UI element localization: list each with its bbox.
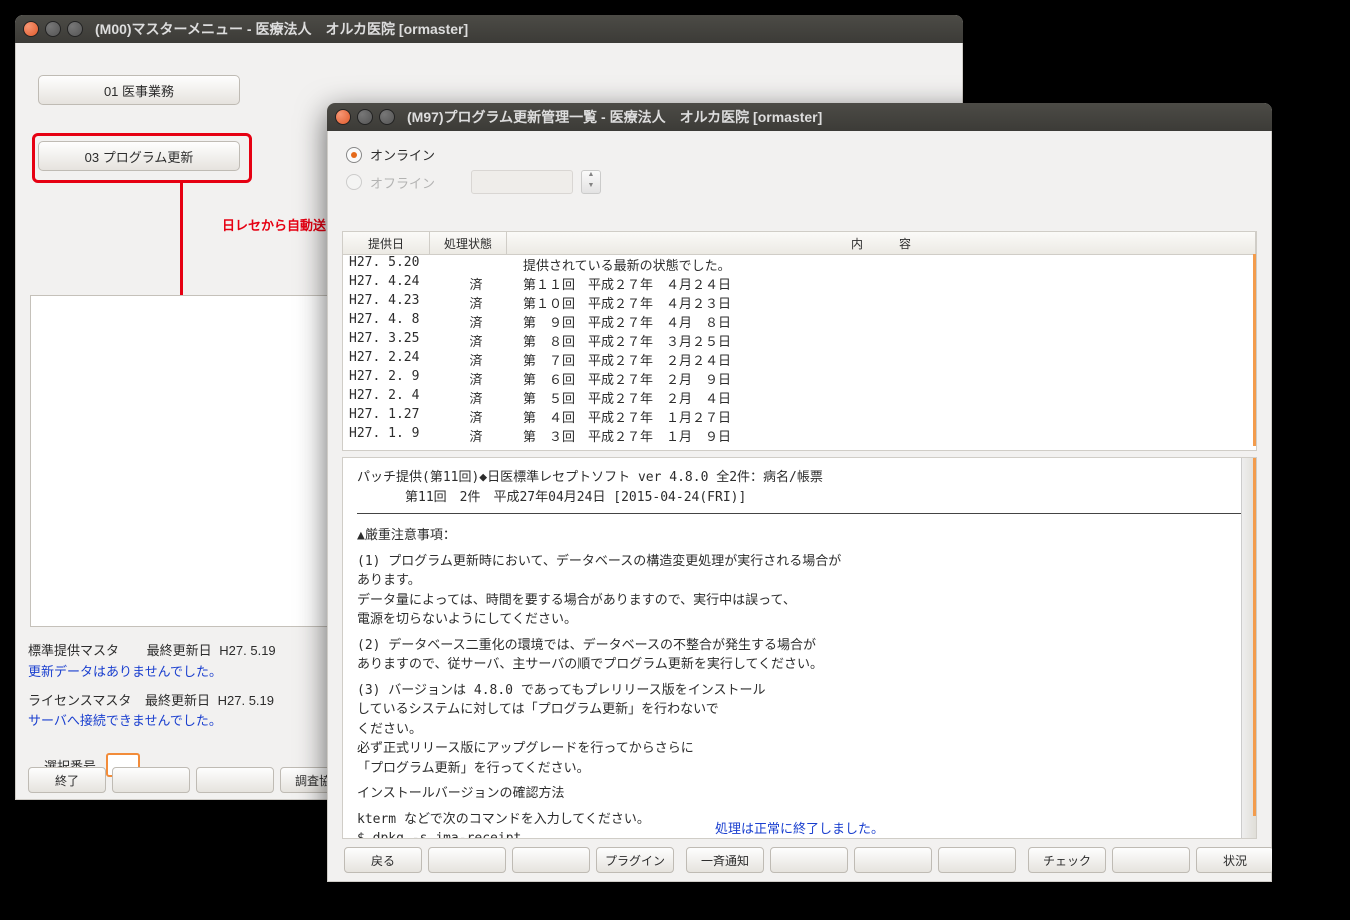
info-panel — [30, 295, 332, 627]
plugin-button[interactable]: プラグイン — [596, 847, 674, 873]
menu-01-button[interactable]: 01 医事業務 — [38, 75, 240, 105]
blank-b2[interactable] — [512, 847, 590, 873]
table-row[interactable]: H27. 1.27済第 ４回 平成２７年 １月２７日 — [343, 407, 1256, 426]
blank-button-1[interactable] — [112, 767, 190, 793]
status-button[interactable]: 状況 — [1196, 847, 1272, 873]
lic-master-row: ライセンスマスタ 最終更新日 H27. 5.19 — [28, 691, 276, 712]
m00-title: (M00)マスターメニュー - 医療法人 オルカ医院 [ormaster] — [95, 19, 468, 39]
online-label: オンライン — [370, 145, 435, 164]
exit-button[interactable]: 終了 — [28, 767, 106, 793]
detail-scroll-thumb[interactable] — [1253, 458, 1256, 816]
table-row[interactable]: H27. 3.25済第 ８回 平成２７年 ３月２５日 — [343, 331, 1256, 350]
table-row[interactable]: H27. 4.24済第１１回 平成２７年 ４月２４日 — [343, 274, 1256, 293]
update-table: 提供日 処理状態 内 容 H27. 5.20提供されている最新の状態でした。H2… — [342, 231, 1257, 451]
notify-button[interactable]: 一斉通知 — [686, 847, 764, 873]
col-date[interactable]: 提供日 — [343, 232, 430, 254]
close-icon[interactable] — [23, 21, 39, 37]
detail-title: パッチ提供(第11回)◆日医標準レセプトソフト ver 4.8.0 全2件：病名… — [357, 468, 1242, 488]
table-row[interactable]: H27. 2. 4済第 ５回 平成２７年 ２月 ４日 — [343, 388, 1256, 407]
highlight-frame — [32, 133, 252, 183]
close-icon[interactable] — [335, 109, 351, 125]
lic-master-status: サーバへ接続できませんでした。 — [28, 711, 276, 732]
blank-b6[interactable] — [1112, 847, 1190, 873]
maximize-icon[interactable] — [67, 21, 83, 37]
table-row[interactable]: H27. 1. 9済第 ３回 平成２７年 １月 ９日 — [343, 426, 1256, 445]
blank-b5[interactable] — [938, 847, 1016, 873]
maximize-icon[interactable] — [379, 109, 395, 125]
blank-b1[interactable] — [428, 847, 506, 873]
offline-radio[interactable] — [346, 174, 362, 190]
table-row[interactable]: H27. 2. 9済第 ６回 平成２７年 ２月 ９日 — [343, 369, 1256, 388]
check-button[interactable]: チェック — [1028, 847, 1106, 873]
back-button[interactable]: 戻る — [344, 847, 422, 873]
table-row[interactable]: H27. 5.20提供されている最新の状態でした。 — [343, 255, 1256, 274]
minimize-icon[interactable] — [357, 109, 373, 125]
std-master-status: 更新データはありませんでした。 — [28, 662, 276, 683]
offline-label: オフライン — [370, 173, 435, 192]
table-row[interactable]: H27. 4. 8済第 ９回 平成２７年 ４月 ８日 — [343, 312, 1256, 331]
table-row[interactable]: H27. 4.23済第１０回 平成２７年 ４月２３日 — [343, 293, 1256, 312]
table-row[interactable]: H27. 2.24済第 ７回 平成２７年 ２月２４日 — [343, 350, 1256, 369]
offline-stepper[interactable]: ▲▼ — [581, 170, 601, 194]
std-master-row: 標準提供マスタ 最終更新日 H27. 5.19 — [28, 641, 276, 662]
scrollbar-thumb[interactable] — [1253, 254, 1256, 446]
detail-panel: パッチ提供(第11回)◆日医標準レセプトソフト ver 4.8.0 全2件：病名… — [342, 457, 1257, 839]
detail-sub: 第11回 2件 平成27年04月24日 [2015-04-24(FRI)] — [357, 488, 1242, 508]
minimize-icon[interactable] — [45, 21, 61, 37]
m00-titlebar[interactable]: (M00)マスターメニュー - 医療法人 オルカ医院 [ormaster] — [15, 15, 963, 43]
status-message: 処理は正常に終了しました。 — [328, 818, 1271, 837]
blank-button-2[interactable] — [196, 767, 274, 793]
menu-01-label: 01 医事業務 — [104, 81, 174, 100]
warn-head: ▲厳重注意事項： — [357, 526, 1242, 546]
col-content[interactable]: 内 容 — [507, 232, 1256, 254]
col-status[interactable]: 処理状態 — [430, 232, 507, 254]
online-radio[interactable] — [346, 147, 362, 163]
blank-b3[interactable] — [770, 847, 848, 873]
recept-note: 日レセから自動送 — [222, 215, 326, 234]
m97-titlebar[interactable]: (M97)プログラム更新管理一覧 - 医療法人 オルカ医院 [ormaster] — [327, 103, 1272, 131]
blank-b4[interactable] — [854, 847, 932, 873]
offline-input[interactable] — [471, 170, 573, 194]
m97-title: (M97)プログラム更新管理一覧 - 医療法人 オルカ医院 [ormaster] — [407, 107, 822, 127]
